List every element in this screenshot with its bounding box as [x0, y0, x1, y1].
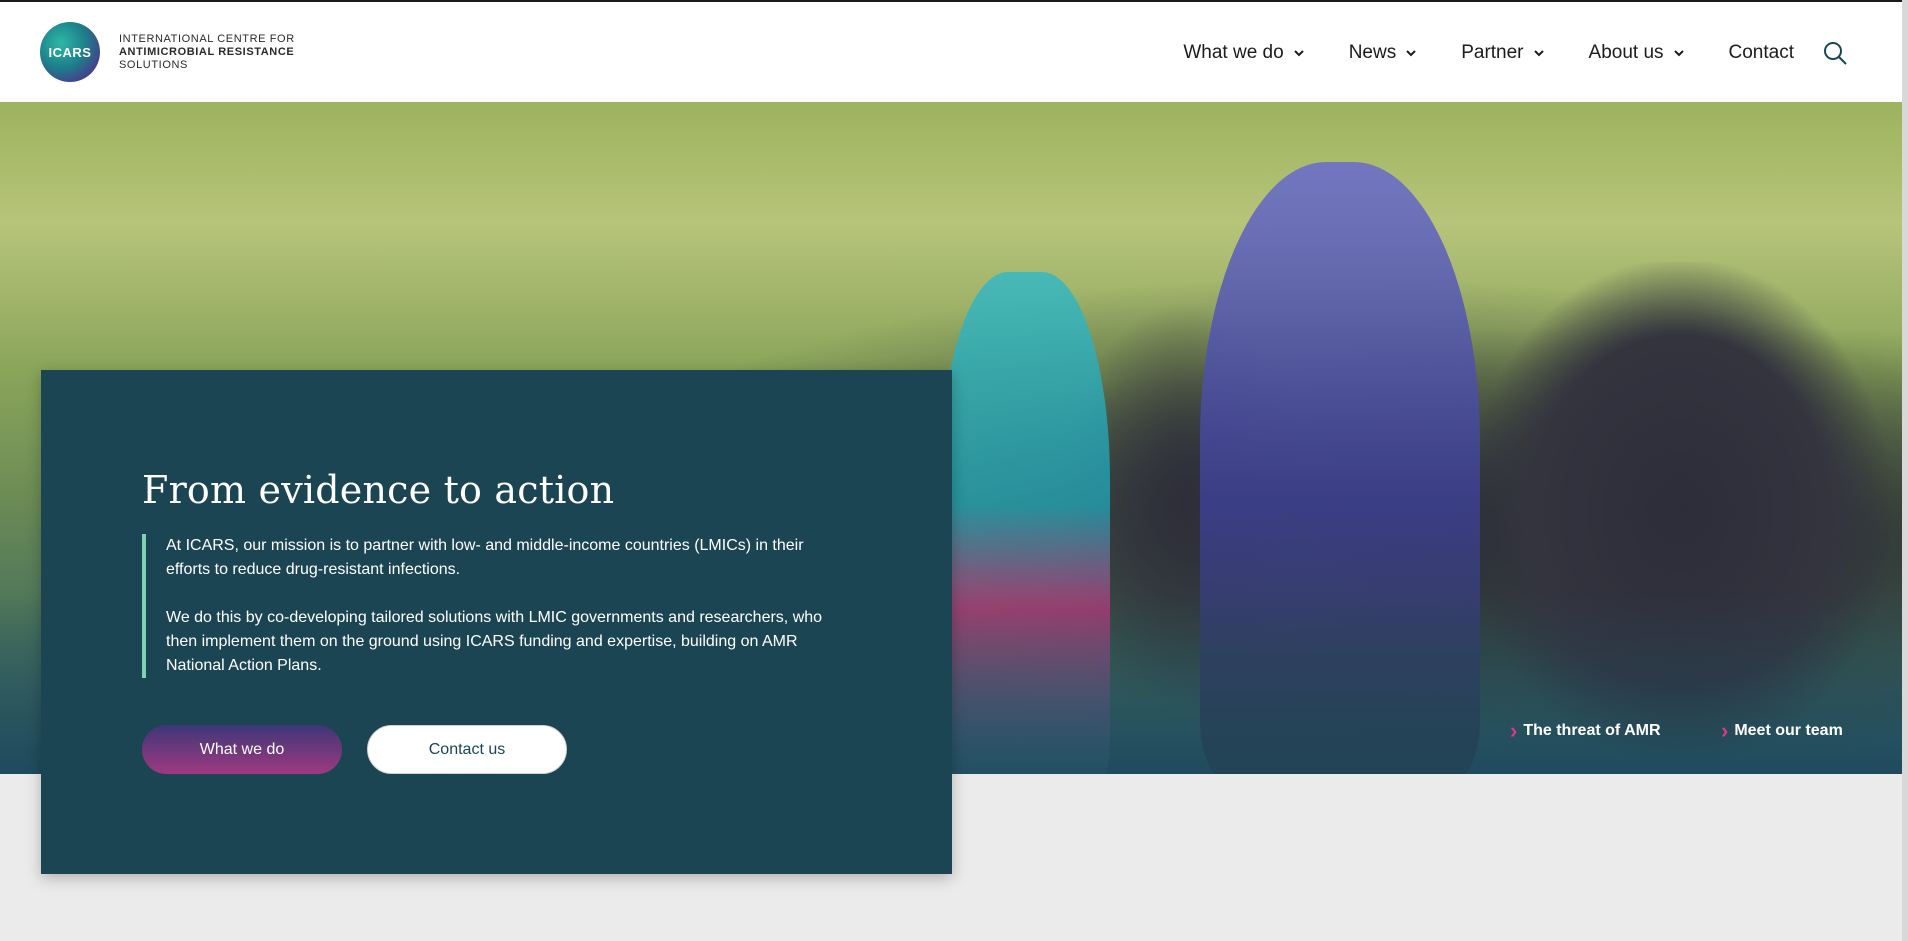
link-label: The threat of AMR — [1523, 722, 1661, 739]
nav-item-what-we-do[interactable]: What we do — [1183, 42, 1304, 64]
logo-line-3: SOLUTIONS — [119, 58, 188, 71]
chevron-down-icon — [1673, 50, 1684, 57]
contact-us-button[interactable]: Contact us — [367, 725, 567, 774]
nav-label: Contact — [1728, 42, 1794, 63]
mission-paragraph: We do this by co-developing tailored sol… — [166, 609, 823, 674]
search-icon[interactable] — [1822, 40, 1848, 66]
chevron-down-icon — [1533, 50, 1544, 57]
link-threat-of-amr[interactable]: › The threat of AMR — [1510, 718, 1661, 744]
hero-card: From evidence to action At ICARS, our mi… — [41, 370, 952, 874]
nav-label: About us — [1588, 42, 1664, 63]
page-title: From evidence to action — [142, 468, 615, 512]
mission-statement: At ICARS, our mission is to partner with… — [142, 534, 832, 678]
logo-mark-icon: ICARS — [40, 22, 100, 82]
nav-item-news[interactable]: News — [1349, 42, 1418, 64]
nav-label: What we do — [1183, 42, 1284, 63]
scrollbar[interactable] — [1902, 0, 1908, 941]
nav-label: News — [1348, 42, 1397, 63]
chevron-right-icon: › — [1721, 718, 1729, 743]
chevron-down-icon — [1293, 50, 1304, 57]
nav-label: Partner — [1461, 42, 1524, 63]
logo-line-2: ANTIMICROBIAL RESISTANCE — [119, 45, 295, 58]
link-label: Meet our team — [1734, 722, 1843, 739]
mission-paragraph: At ICARS, our mission is to partner with… — [166, 537, 804, 578]
logo-text: INTERNATIONAL CENTRE FOR ANTIMICROBIAL R… — [119, 33, 295, 72]
link-meet-our-team[interactable]: › Meet our team — [1721, 718, 1843, 744]
nav-item-partner[interactable]: Partner — [1461, 42, 1544, 64]
nav-item-about-us[interactable]: About us — [1589, 42, 1685, 64]
chevron-right-icon: › — [1510, 718, 1518, 743]
logo-line-1: INTERNATIONAL CENTRE FOR — [119, 32, 295, 45]
nav-item-contact[interactable]: Contact — [1729, 42, 1794, 64]
main-nav: What we do News Partner About us Contact — [1139, 2, 1848, 104]
what-we-do-button[interactable]: What we do — [142, 725, 342, 774]
site-logo[interactable]: ICARS INTERNATIONAL CENTRE FOR ANTIMICRO… — [40, 22, 295, 82]
chevron-down-icon — [1406, 50, 1416, 57]
site-header: ICARS INTERNATIONAL CENTRE FOR ANTIMICRO… — [0, 0, 1908, 102]
